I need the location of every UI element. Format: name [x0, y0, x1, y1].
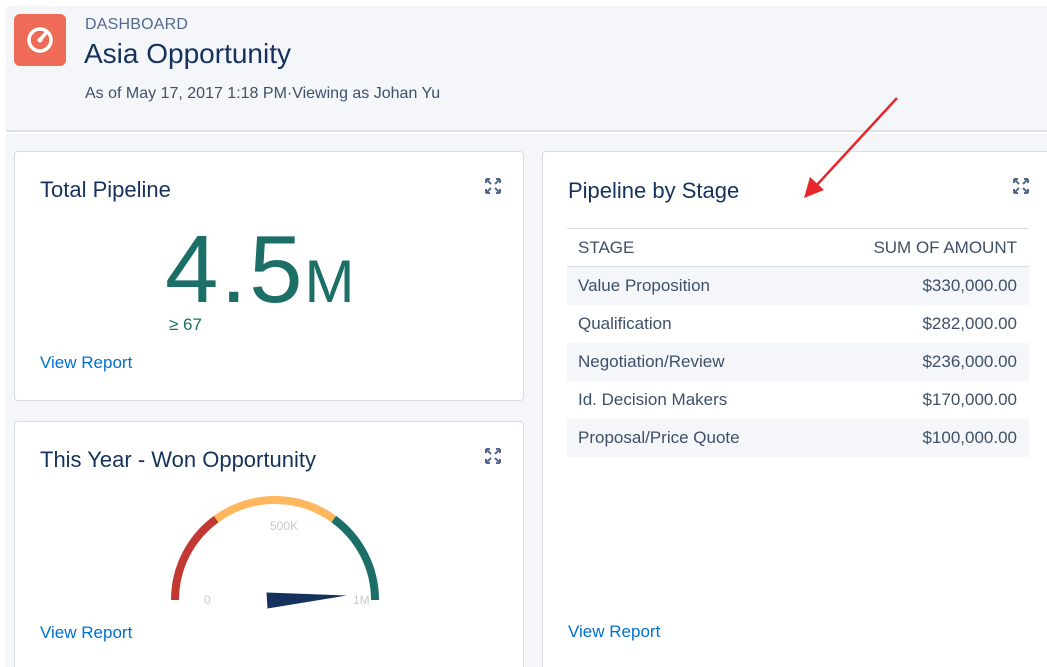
view-report-link[interactable]: View Report — [568, 622, 660, 642]
won-opportunity-gauge: 500K 0 1M — [171, 496, 379, 609]
gauge-min-label: 0 — [204, 593, 211, 607]
card-title: This Year - Won Opportunity — [40, 447, 316, 472]
column-header-stage[interactable]: STAGE — [567, 228, 810, 267]
card-title: Pipeline by Stage — [568, 178, 740, 203]
gauge-segment-mid — [213, 496, 337, 523]
won-opportunity-card: This Year - Won Opportunity 500K 0 1M Vi… — [14, 421, 524, 667]
amount-cell: $282,000.00 — [922, 313, 1017, 333]
target-value: ≥ 67 — [169, 315, 202, 334]
metric-unit: M — [304, 248, 355, 315]
page-title: Asia Opportunity — [84, 38, 291, 69]
total-pipeline-value: 4.5M — [165, 222, 354, 318]
expand-icon[interactable] — [1013, 178, 1029, 194]
view-report-link[interactable]: View Report — [40, 623, 132, 643]
stage-cell: Proposal/Price Quote — [567, 418, 810, 457]
expand-icon[interactable] — [485, 178, 501, 194]
stage-cell: Qualification — [578, 313, 672, 333]
gauge-segment-high — [331, 515, 379, 601]
amount-cell: $100,000.00 — [809, 418, 1029, 457]
dashboard-timestamp: As of May 17, 2017 1:18 PM·Viewing as Jo… — [85, 85, 441, 102]
pipeline-by-stage-card: Pipeline by Stage STAGE SUM OF AMOUNT Va… — [542, 151, 1047, 667]
table-header-row: STAGE SUM OF AMOUNT — [567, 228, 1029, 267]
dashboard-gauge-icon — [14, 14, 66, 66]
view-report-link[interactable]: View Report — [40, 353, 132, 373]
dashboard-canvas: Total Pipeline 4.5M ≥ 67 View Report Thi… — [6, 134, 1047, 667]
expand-icon[interactable] — [485, 448, 501, 464]
amount-cell: $236,000.00 — [809, 342, 1029, 381]
gauge-segment-low — [171, 515, 219, 601]
table-row[interactable]: Value Proposition $330,000.00 — [567, 266, 1029, 305]
column-header-amount[interactable]: SUM OF AMOUNT — [809, 228, 1029, 267]
metric-number: 4.5 — [165, 216, 305, 323]
amount-cell: $170,000.00 — [922, 389, 1017, 409]
gauge-needle — [266, 592, 347, 609]
total-pipeline-card: Total Pipeline 4.5M ≥ 67 View Report — [14, 151, 524, 401]
stage-cell: Negotiation/Review — [567, 342, 810, 381]
dashboard-label: DASHBOARD — [85, 16, 189, 33]
table-row[interactable]: Negotiation/Review $236,000.00 — [567, 342, 1029, 381]
gauge-mid-label: 500K — [270, 519, 298, 533]
amount-cell: $330,000.00 — [809, 266, 1029, 305]
table-row[interactable]: Proposal/Price Quote $100,000.00 — [567, 418, 1029, 457]
stage-cell: Value Proposition — [567, 266, 810, 305]
table-row[interactable]: Qualification $282,000.00 — [567, 305, 1029, 343]
gauge-max-label: 1M — [353, 593, 370, 607]
table-row[interactable]: Id. Decision Makers $170,000.00 — [567, 381, 1029, 419]
pipeline-table: STAGE SUM OF AMOUNT Value Proposition $3… — [567, 228, 1029, 457]
stage-cell: Id. Decision Makers — [578, 389, 728, 409]
annotation-arrow-icon — [804, 97, 898, 198]
card-title: Total Pipeline — [40, 177, 171, 202]
